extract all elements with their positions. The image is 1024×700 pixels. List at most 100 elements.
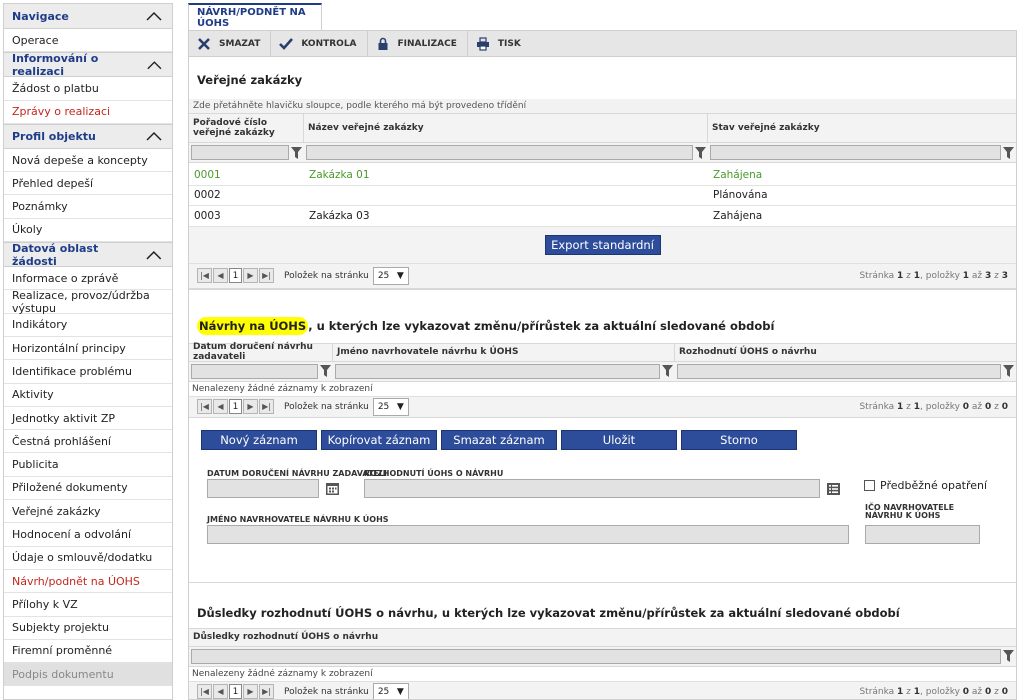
delete-record-button[interactable]: Smazat záznam xyxy=(441,429,557,450)
column-header-decision[interactable]: Rozhodnutí ÚOHS o návrhu xyxy=(675,344,1016,361)
sidebar-item-ukoly[interactable]: Úkoly xyxy=(4,219,172,243)
sidebar-item-subjekty-projektu[interactable]: Subjekty projektu xyxy=(4,617,172,640)
ico-field[interactable] xyxy=(865,524,980,544)
cell-name: Zakázka 01 xyxy=(309,168,370,181)
print-button[interactable]: TISK xyxy=(468,31,531,57)
list-icon[interactable] xyxy=(826,481,841,496)
sidebar-item-horizontalni-principy[interactable]: Horizontální principy xyxy=(4,337,172,361)
funnel-icon[interactable] xyxy=(320,365,331,377)
new-record-button[interactable]: Nový záznam xyxy=(201,429,317,450)
next-page-button[interactable]: ▶ xyxy=(243,399,258,414)
sidebar-section-informovani[interactable]: Informování o realizaci xyxy=(4,52,172,78)
last-page-button[interactable]: ▶| xyxy=(259,268,274,283)
save-button[interactable]: Uložit xyxy=(561,429,677,450)
delete-button[interactable]: SMAZAT xyxy=(189,31,272,57)
sidebar-item-operace[interactable]: Operace xyxy=(4,29,172,53)
cancel-button[interactable]: Storno xyxy=(681,429,797,450)
chevron-up-icon[interactable] xyxy=(144,129,164,143)
column-header-date[interactable]: Datum doručení návrhu zadavateli xyxy=(189,342,333,362)
chevron-up-icon[interactable] xyxy=(144,9,164,23)
decision-field[interactable] xyxy=(364,478,820,498)
sidebar-item-informace-o-zprave[interactable]: Informace o zprávě xyxy=(4,267,172,291)
check-button[interactable]: KONTROLA xyxy=(271,31,368,57)
first-page-button[interactable]: |◀ xyxy=(197,268,212,283)
page-number[interactable]: 1 xyxy=(229,268,242,283)
sidebar-item-prehled-depesi[interactable]: Přehled depeší xyxy=(4,172,172,196)
filter-name-input[interactable] xyxy=(306,145,693,160)
date-field[interactable] xyxy=(207,478,319,498)
proposer-name-field[interactable] xyxy=(207,524,849,544)
per-page-select[interactable]: 25 ▼ xyxy=(372,682,409,699)
funnel-icon[interactable] xyxy=(1003,365,1014,377)
page-info: Stránka 1 z 1, položky 0 až 0 z 0 xyxy=(859,686,1008,697)
filter-proposer-input[interactable] xyxy=(335,363,660,379)
column-header-number[interactable]: Pořadové číslo veřejné zakázky xyxy=(189,114,304,142)
table-row[interactable]: 0001 Zakázka 01 Zahájena xyxy=(189,165,1016,186)
chevron-up-icon[interactable] xyxy=(145,58,164,72)
finalize-button[interactable]: FINALIZACE xyxy=(368,31,468,57)
page-number[interactable]: 1 xyxy=(229,684,242,699)
column-header-proposer[interactable]: Jméno navrhovatele návrhu k ÚOHS xyxy=(333,343,675,361)
sidebar-item-hodnoceni[interactable]: Hodnocení a odvolání xyxy=(4,523,172,547)
sidebar-item-nova-depese[interactable]: Nová depeše a koncepty xyxy=(4,149,172,173)
sidebar-section-profil[interactable]: Profil objektu xyxy=(4,123,172,149)
prev-page-button[interactable]: ◀ xyxy=(213,684,228,699)
sidebar-item-poznamky[interactable]: Poznámky xyxy=(4,195,172,219)
filter-number-input[interactable] xyxy=(191,145,289,160)
sort-hint: Zde přetáhněte hlavičku sloupce, podle k… xyxy=(189,99,1016,113)
sidebar-item-prilohy-k-vz[interactable]: Přílohy k VZ xyxy=(4,593,172,617)
column-header-status[interactable]: Stav veřejné zakázky xyxy=(708,114,1016,142)
filter-consequence-input[interactable] xyxy=(191,648,1001,664)
prev-page-button[interactable]: ◀ xyxy=(213,268,228,283)
first-page-button[interactable]: |◀ xyxy=(197,399,212,414)
next-page-button[interactable]: ▶ xyxy=(243,684,258,699)
export-standard-button[interactable]: Export standardní xyxy=(544,234,661,255)
consequences-pager: |◀ ◀ 1 ▶ ▶| Položek na stránku 25 ▼ Strán… xyxy=(189,680,1016,699)
proposer-name-label: JMÉNO NAVRHOVATELE NÁVRHU K ÚOHS xyxy=(207,514,389,524)
prev-page-button[interactable]: ◀ xyxy=(213,399,228,414)
sidebar-item-aktivity[interactable]: Aktivity xyxy=(4,384,172,407)
first-page-button[interactable]: |◀ xyxy=(197,684,212,699)
sidebar-item-verejne-zakazky[interactable]: Veřejné zakázky xyxy=(4,500,172,524)
sidebar-item-realizace[interactable]: Realizace, provoz/údržba výstupu xyxy=(4,289,172,315)
per-page-select[interactable]: 25 ▼ xyxy=(372,266,409,285)
filter-status-input[interactable] xyxy=(710,145,1001,160)
sidebar-item-navrh-podnet[interactable]: Návrh/podnět na ÚOHS xyxy=(4,570,172,594)
calendar-icon[interactable] xyxy=(325,481,340,496)
table-row[interactable]: 0002 Plánována xyxy=(189,186,1016,206)
filter-decision-input[interactable] xyxy=(677,363,1001,379)
last-page-button[interactable]: ▶| xyxy=(259,684,274,699)
page-number[interactable]: 1 xyxy=(229,399,242,414)
funnel-icon[interactable] xyxy=(662,365,673,377)
per-page-select[interactable]: 25 ▼ xyxy=(372,397,409,416)
preliminary-label: Předběžné opatření xyxy=(880,478,988,492)
sidebar-item-zpravy-o-realizaci[interactable]: Zprávy o realizaci xyxy=(4,101,172,124)
sidebar-section-navigace[interactable]: Navigace xyxy=(4,4,172,29)
last-page-button[interactable]: ▶| xyxy=(259,399,274,414)
funnel-icon[interactable] xyxy=(1003,146,1014,159)
tab-navrh-podnet[interactable]: NÁVRH/PODNĚT NA ÚOHS xyxy=(188,3,322,31)
sidebar-item-prilozene-dokumenty[interactable]: Přiložené dokumenty xyxy=(4,477,172,501)
sidebar-item-publicita[interactable]: Publicita xyxy=(4,453,172,477)
sidebar-item-udaje-o-smlouve[interactable]: Údaje o smlouvě/dodatku xyxy=(4,547,172,570)
funnel-icon[interactable] xyxy=(695,146,706,159)
column-header-name[interactable]: Název veřejné zakázky xyxy=(304,114,708,142)
proposals-filter-row xyxy=(189,361,1016,382)
decision-label: ROZHODNUTÍ ÚOHS O NÁVRHU xyxy=(364,468,504,478)
preliminary-checkbox[interactable] xyxy=(864,479,875,491)
copy-record-button[interactable]: Kopírovat záznam xyxy=(321,429,437,450)
next-page-button[interactable]: ▶ xyxy=(243,268,258,283)
sidebar-item-jednotky-aktivit[interactable]: Jednotky aktivit ZP xyxy=(4,407,172,431)
sidebar-item-identifikace-problemu[interactable]: Identifikace problému xyxy=(4,360,172,384)
sidebar-item-cestna-prohlaseni[interactable]: Čestná prohlášení xyxy=(4,430,172,454)
sidebar-item-firemni-promenne[interactable]: Firemní proměnné xyxy=(4,640,172,664)
chevron-up-icon[interactable] xyxy=(144,248,164,262)
funnel-icon[interactable] xyxy=(291,146,302,159)
sidebar-item-indikatory[interactable]: Indikátory xyxy=(4,314,172,337)
sidebar-section-datova-oblast[interactable]: Datová oblast žádosti xyxy=(4,242,172,268)
column-header-consequence[interactable]: Důsledky rozhodnutí ÚOHS o návrhu xyxy=(189,629,1016,646)
funnel-icon[interactable] xyxy=(1003,650,1014,662)
sidebar-item-zadost-o-platbu[interactable]: Žádost o platbu xyxy=(4,77,172,101)
table-row[interactable]: 0003 Zakázka 03 Zahájena xyxy=(189,206,1016,227)
filter-date-input[interactable] xyxy=(191,363,318,379)
